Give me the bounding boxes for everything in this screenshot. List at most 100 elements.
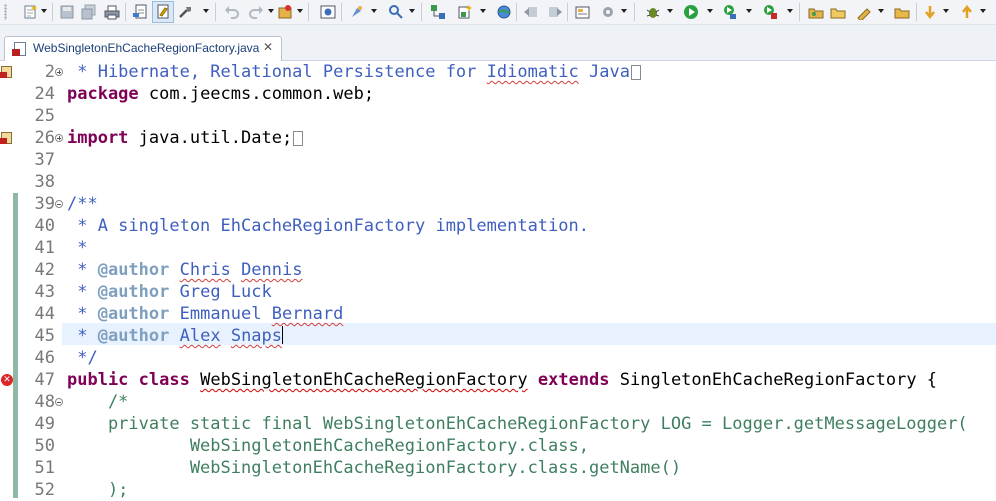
code-line[interactable]: 43 * @author Greg Luck — [0, 281, 996, 303]
main-toolbar — [0, 0, 996, 25]
code-text: * @author Chris Dennis — [67, 260, 303, 280]
coverage-dropdown-arrow[interactable] — [746, 9, 752, 13]
coverage-icon[interactable] — [722, 4, 738, 20]
code-text: import java.util.Date; — [67, 127, 304, 149]
code-text: * — [67, 238, 88, 258]
new-package-dropdown-arrow[interactable] — [480, 9, 486, 13]
code-line[interactable]: 40 * A singleton EhCacheRegionFactory im… — [0, 215, 996, 237]
line-number: 24 — [34, 84, 55, 104]
settings-dropdown-arrow[interactable] — [621, 9, 627, 13]
warning-marker-icon[interactable] — [0, 66, 12, 78]
code-line[interactable]: ✕ 47 public class WebSingletonEhCacheReg… — [0, 369, 996, 391]
open-folder-icon[interactable] — [808, 4, 824, 20]
editor-tab[interactable]: WebSingletonEhCacheRegionFactory.java ✕ — [4, 36, 282, 61]
toolbar-separator — [799, 3, 800, 21]
code-line[interactable]: 45 * @author Alex Snaps — [0, 325, 996, 347]
debug-icon[interactable] — [645, 4, 661, 20]
code-line[interactable]: 41 * — [0, 237, 996, 259]
search-icon[interactable] — [349, 4, 365, 20]
folded-region-icon[interactable] — [293, 131, 304, 146]
code-text: * @author Alex Snaps — [67, 326, 284, 346]
pen-icon[interactable] — [856, 4, 872, 22]
build-icon[interactable] — [178, 4, 194, 20]
code-text: * A singleton EhCacheRegionFactory imple… — [67, 216, 589, 236]
code-text: /** — [67, 194, 98, 214]
new-icon[interactable] — [22, 4, 38, 20]
toolbar-separator — [52, 3, 53, 21]
line-number: 50 — [34, 436, 55, 456]
code-text: package com.jeecms.common.web; — [67, 84, 375, 104]
line-number: 2 — [44, 62, 55, 82]
java-file-error-icon — [12, 42, 26, 56]
open-task-dropdown-arrow[interactable] — [409, 9, 415, 13]
code-line[interactable]: 51 WebSingletonEhCacheRegionFactory.clas… — [0, 457, 996, 479]
new-package-icon[interactable] — [457, 4, 473, 20]
pen-dropdown-arrow[interactable] — [878, 9, 884, 13]
open-project-icon[interactable] — [830, 4, 846, 20]
code-text: */ — [67, 348, 98, 368]
code-line[interactable]: 42 * @author Chris Dennis — [0, 259, 996, 281]
code-editor[interactable]: 2 * Hibernate, Relational Persistence fo… — [0, 61, 996, 500]
folder-icon[interactable] — [894, 4, 910, 20]
code-line[interactable]: 2 * Hibernate, Relational Persistence fo… — [0, 61, 996, 83]
line-number: 46 — [34, 348, 55, 368]
code-line[interactable]: 37 — [0, 149, 996, 171]
debug-dropdown-arrow[interactable] — [667, 9, 673, 13]
code-line[interactable]: 50 WebSingletonEhCacheRegionFactory.clas… — [0, 435, 996, 457]
code-text: * Hibernate, Relational Persistence for … — [67, 61, 641, 83]
new-dropdown-arrow[interactable] — [41, 9, 47, 13]
toggle-breadcrumb-icon[interactable] — [132, 4, 148, 20]
back-icon[interactable] — [523, 4, 539, 20]
save-all-icon[interactable] — [81, 4, 97, 20]
redo-icon[interactable] — [248, 4, 264, 20]
run-dropdown-arrow[interactable] — [707, 9, 713, 13]
undo-icon[interactable] — [224, 4, 240, 20]
toolbar-separator — [567, 3, 568, 21]
code-line[interactable]: 46 */ — [0, 347, 996, 369]
error-marker-icon[interactable]: ✕ — [1, 374, 13, 386]
run-icon[interactable] — [683, 4, 699, 20]
external-tools-icon[interactable] — [762, 4, 778, 20]
code-line[interactable]: 26 import java.util.Date; — [0, 127, 996, 149]
new-java-project-dropdown-arrow[interactable] — [297, 9, 303, 13]
line-number: 49 — [34, 414, 55, 434]
toolbar-grip[interactable] — [4, 4, 7, 20]
previous-annotation-dropdown-arrow[interactable] — [980, 9, 986, 13]
text-caret — [282, 326, 284, 344]
folded-region-icon[interactable] — [630, 65, 641, 80]
settings-icon[interactable] — [600, 4, 616, 20]
previous-annotation-icon[interactable] — [959, 4, 975, 20]
toolbar-separator — [308, 3, 309, 21]
external-tools-dropdown-arrow[interactable] — [787, 9, 793, 13]
code-text: * @author Emmanuel Bernard — [67, 304, 344, 324]
code-line[interactable]: 24 package com.jeecms.common.web; — [0, 83, 996, 105]
globe-icon[interactable] — [496, 4, 512, 20]
close-icon[interactable]: ✕ — [263, 40, 273, 54]
code-line[interactable]: 39 /** — [0, 193, 996, 215]
fold-collapse-icon[interactable] — [55, 398, 63, 406]
save-icon[interactable] — [59, 4, 75, 20]
forward-icon[interactable] — [547, 4, 563, 20]
open-task-icon[interactable] — [388, 4, 404, 20]
new-java-project-icon[interactable] — [277, 4, 293, 20]
code-line[interactable]: 38 — [0, 171, 996, 193]
fold-collapse-icon[interactable] — [55, 200, 63, 208]
next-annotation-dropdown-arrow[interactable] — [943, 9, 949, 13]
code-line[interactable]: 49 private static final WebSingletonEhCa… — [0, 413, 996, 435]
fold-expand-icon[interactable] — [55, 134, 63, 142]
fold-expand-icon[interactable] — [55, 68, 63, 76]
search-dropdown-arrow[interactable] — [371, 9, 377, 13]
open-type-icon[interactable] — [320, 4, 336, 20]
new-class-icon[interactable] — [430, 4, 446, 20]
build-dropdown-arrow[interactable] — [203, 9, 209, 13]
code-line[interactable]: 48 /* — [0, 391, 996, 413]
toggle-mark-occurrences-icon[interactable] — [155, 4, 171, 20]
code-line[interactable]: 25 — [0, 105, 996, 127]
warning-marker-icon[interactable] — [0, 132, 12, 144]
open-perspective-icon[interactable] — [575, 4, 591, 20]
next-annotation-icon[interactable] — [922, 4, 938, 20]
redo-dropdown-arrow[interactable] — [268, 9, 274, 13]
code-text: * @author Greg Luck — [67, 282, 272, 302]
code-line[interactable]: 44 * @author Emmanuel Bernard — [0, 303, 996, 325]
print-icon[interactable] — [104, 4, 120, 20]
